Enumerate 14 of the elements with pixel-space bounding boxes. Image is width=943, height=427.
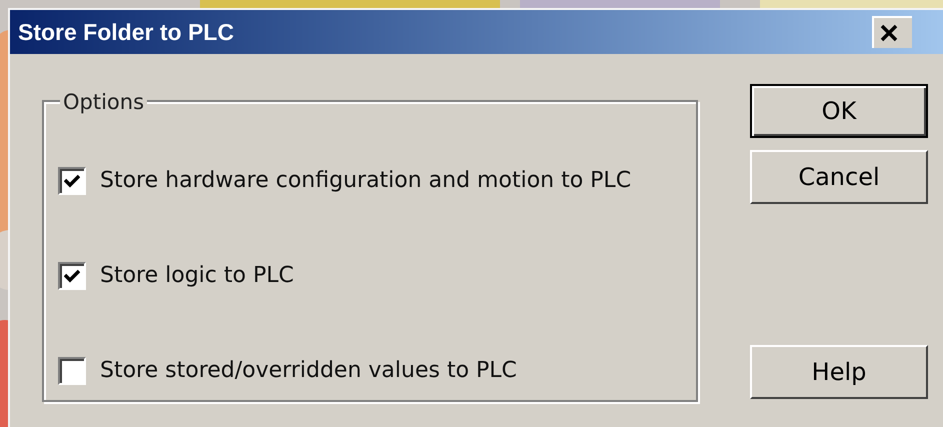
dialog-button[interactable]: Cancel: [750, 150, 928, 204]
window-title: Store Folder to PLC: [18, 18, 234, 47]
checkbox[interactable]: [58, 166, 86, 194]
dialog-button[interactable]: OK: [750, 84, 928, 138]
close-icon: [880, 24, 898, 42]
checkbox[interactable]: [58, 262, 86, 290]
dialog-button[interactable]: Help: [750, 345, 928, 399]
close-button[interactable]: [872, 16, 912, 48]
checkbox-label: Store hardware configuration and motion to PLC: [100, 167, 632, 195]
check-icon: [64, 268, 80, 282]
checkbox[interactable]: [58, 356, 86, 384]
check-icon: [64, 174, 80, 188]
checkbox-label: Store stored/overridden values to PLC: [100, 357, 517, 385]
checkbox-label: Store logic to PLC: [100, 262, 294, 290]
